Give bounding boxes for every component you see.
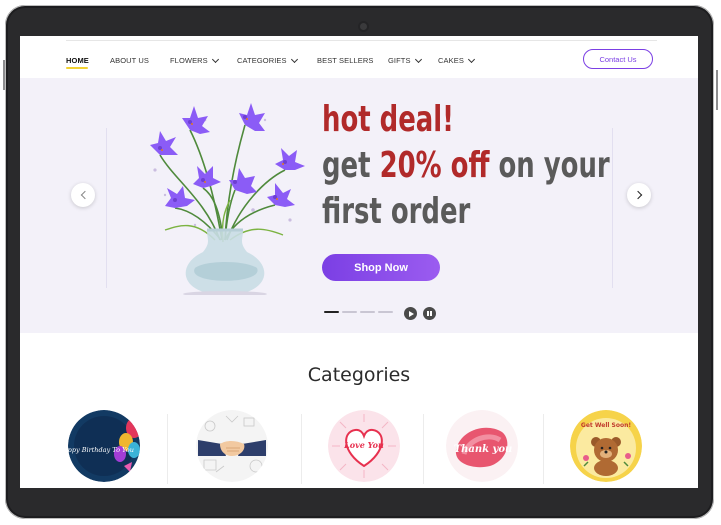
carousel-play-button[interactable] [404,307,417,320]
hero-discount: 20% off [379,145,490,186]
nav-home[interactable]: HOME [66,56,89,65]
chevron-down-icon [211,55,219,63]
hero-line-2-prefix: get [322,145,371,186]
power-button [716,70,718,110]
nav-cakes[interactable]: CAKES [438,55,475,65]
active-nav-underline [66,67,88,69]
handshake-icon [196,410,268,482]
carousel-dot[interactable] [378,311,393,313]
carousel-dot[interactable] [360,311,375,313]
category-birthday[interactable]: Happy Birthday To You [68,410,140,482]
category-get-well[interactable]: Get Well Soon! [570,410,642,482]
chevron-left-icon [80,190,89,200]
birthday-caption: Happy Birthday To You [68,446,134,454]
thank-you-caption: Thank you [454,444,513,455]
category-divider [423,414,424,484]
nav-cakes-label: CAKES [438,56,464,65]
hero-line-1: hot deal! [322,99,455,140]
love-caption: Love You [343,440,384,450]
carousel-pause-button[interactable] [423,307,436,320]
carousel-dot[interactable] [324,311,339,313]
chevron-down-icon [290,55,298,63]
hero-line-3: first order [322,191,471,232]
camera-icon [360,23,367,30]
slide-edge-right [612,128,613,288]
chevron-down-icon [414,55,422,63]
carousel-prev-button[interactable] [71,183,95,207]
nav-about-us[interactable]: ABOUT US [110,56,149,65]
browser-viewport: HOME ABOUT US FLOWERS CATEGORIES BEST SE… [20,36,698,488]
hero-banner: hot deal! get 20% off on your first orde… [20,78,698,333]
nav-best-sellers-label: BEST SELLERS [317,56,374,65]
hero-line-2: get 20% off on your [322,148,610,184]
play-icon [408,310,414,317]
category-partnership[interactable] [196,410,268,482]
love-you-heart-icon: Love You [328,410,400,482]
nav-flowers-label: FLOWERS [170,56,208,65]
hero-headline: hot deal! get 20% off on your first orde… [322,102,610,230]
pause-icon [427,311,432,316]
birthday-cake-balloons-icon: Happy Birthday To You [68,410,140,482]
nav-flowers[interactable]: FLOWERS [170,55,219,65]
nav-gifts[interactable]: GIFTS [388,55,422,65]
categories-title: Categories [307,364,411,386]
chevron-right-icon [633,190,642,200]
main-navigation: HOME ABOUT US FLOWERS CATEGORIES BEST SE… [20,36,698,78]
hero-line-2-suffix: on your [498,145,610,186]
shop-now-button[interactable]: Shop Now [322,254,440,281]
nav-categories[interactable]: CATEGORIES [237,55,298,65]
thank-you-icon: Thank you [446,410,518,482]
carousel-next-button[interactable] [627,183,651,207]
flower-vase-illustration [150,103,305,295]
category-love[interactable]: Love You [328,410,400,482]
nav-about-us-label: ABOUT US [110,56,150,65]
contact-us-button[interactable]: Contact Us [583,49,653,69]
slide-edge-left [106,128,107,288]
chevron-down-icon [467,55,475,63]
category-thank-you[interactable]: Thank you [446,410,518,482]
nav-best-sellers[interactable]: BEST SELLERS [317,56,374,65]
nav-home-label: HOME [66,56,89,65]
carousel-dot[interactable] [342,311,357,313]
volume-button [3,60,5,90]
get-well-soon-bear-icon: Get Well Soon! [570,410,642,482]
nav-gifts-label: GIFTS [388,56,411,65]
get-well-caption: Get Well Soon! [581,422,631,429]
category-divider [543,414,544,484]
nav-categories-label: CATEGORIES [237,56,287,65]
category-divider [301,414,302,484]
carousel-indicators [324,311,393,313]
category-divider [167,414,168,484]
